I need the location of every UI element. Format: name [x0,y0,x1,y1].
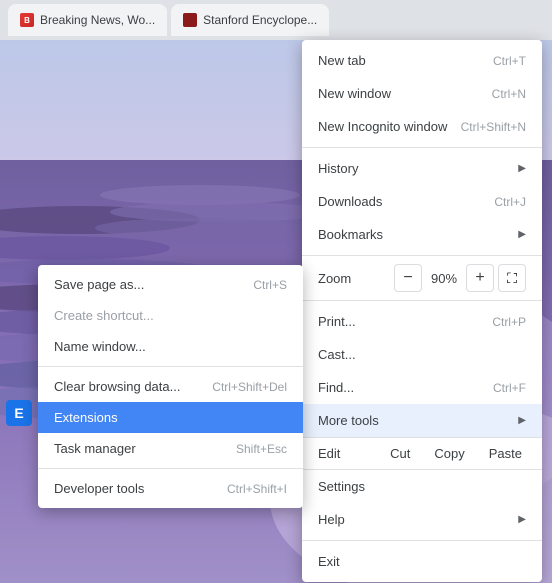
save-page-shortcut: Ctrl+S [253,278,287,292]
fullscreen-icon: ⛶ [507,270,517,287]
left-menu-divider-1 [38,366,303,367]
tab-favicon-stanford [183,13,197,27]
more-tools-submenu: Save page as... Ctrl+S Create shortcut..… [38,265,303,508]
more-tools-arrow: ▶ [518,415,526,426]
menu-item-new-window[interactable]: New window Ctrl+N [302,77,542,110]
menu-item-clear-browsing[interactable]: Clear browsing data... Ctrl+Shift+Del [38,371,303,402]
tab-breaking-label: Breaking News, Wo... [40,13,155,27]
menu-divider-3 [302,300,542,301]
zoom-row: Zoom − 90% + ⛶ [302,260,542,296]
task-manager-shortcut: Shift+Esc [236,442,287,456]
left-menu-divider-2 [38,468,303,469]
menu-item-extensions[interactable]: Extensions [38,402,303,433]
tab-stanford[interactable]: Stanford Encyclope... [171,4,329,36]
menu-divider-2 [302,255,542,256]
history-label: History [318,161,358,176]
menu-item-help[interactable]: Help ▶ [302,503,542,536]
downloads-label: Downloads [318,194,382,209]
menu-item-print[interactable]: Print... Ctrl+P [302,305,542,338]
developer-tools-label: Developer tools [54,481,144,496]
new-window-shortcut: Ctrl+N [492,87,526,101]
find-shortcut: Ctrl+F [493,381,526,395]
new-tab-label: New tab [318,53,366,68]
zoom-minus-button[interactable]: − [394,264,422,292]
menu-item-more-tools[interactable]: More tools ▶ [302,404,542,437]
menu-item-name-window[interactable]: Name window... [38,331,303,362]
menu-item-save-page[interactable]: Save page as... Ctrl+S [38,269,303,300]
extensions-label: Extensions [54,410,118,425]
menu-item-create-shortcut[interactable]: Create shortcut... [38,300,303,331]
browser-tab-bar: B Breaking News, Wo... Stanford Encyclop… [0,0,552,40]
help-arrow: ▶ [518,514,526,525]
menu-divider-1 [302,147,542,148]
developer-tools-shortcut: Ctrl+Shift+I [227,482,287,496]
clear-browsing-label: Clear browsing data... [54,379,180,394]
zoom-value: 90% [422,271,466,286]
menu-item-developer-tools[interactable]: Developer tools Ctrl+Shift+I [38,473,303,504]
copy-button[interactable]: Copy [422,440,476,467]
zoom-plus-button[interactable]: + [466,264,494,292]
clear-browsing-shortcut: Ctrl+Shift+Del [212,380,287,394]
print-label: Print... [318,314,356,329]
menu-item-settings[interactable]: Settings [302,470,542,503]
menu-item-history[interactable]: History ▶ [302,152,542,185]
chrome-menu: New tab Ctrl+T New window Ctrl+N New Inc… [302,40,542,582]
edit-row: Edit Cut Copy Paste [302,437,542,470]
exit-label: Exit [318,554,340,569]
task-manager-label: Task manager [54,441,136,456]
create-shortcut-label: Create shortcut... [54,308,154,323]
downloads-shortcut: Ctrl+J [494,195,526,209]
zoom-label: Zoom [318,271,394,286]
save-page-label: Save page as... [54,277,144,292]
menu-item-new-tab[interactable]: New tab Ctrl+T [302,44,542,77]
more-tools-label: More tools [318,413,379,428]
cut-button[interactable]: Cut [378,440,422,467]
find-label: Find... [318,380,354,395]
menu-item-bookmarks[interactable]: Bookmarks ▶ [302,218,542,251]
bookmarks-label: Bookmarks [318,227,383,242]
print-shortcut: Ctrl+P [492,315,526,329]
new-incognito-shortcut: Ctrl+Shift+N [461,120,526,134]
menu-item-exit[interactable]: Exit [302,545,542,578]
tab-breaking[interactable]: B Breaking News, Wo... [8,4,167,36]
new-tab-shortcut: Ctrl+T [493,54,526,68]
tab-favicon-breaking: B [20,13,34,27]
settings-label: Settings [318,479,365,494]
history-arrow: ▶ [518,163,526,174]
help-label: Help [318,512,345,527]
name-window-label: Name window... [54,339,146,354]
menu-item-find[interactable]: Find... Ctrl+F [302,371,542,404]
extension-letter: E [14,405,23,421]
new-incognito-label: New Incognito window [318,119,447,134]
menu-item-new-incognito[interactable]: New Incognito window Ctrl+Shift+N [302,110,542,143]
menu-item-cast[interactable]: Cast... [302,338,542,371]
tab-stanford-label: Stanford Encyclope... [203,13,317,27]
zoom-controls: − 90% + [394,264,494,292]
bookmarks-arrow: ▶ [518,229,526,240]
menu-item-downloads[interactable]: Downloads Ctrl+J [302,185,542,218]
menu-item-task-manager[interactable]: Task manager Shift+Esc [38,433,303,464]
paste-button[interactable]: Paste [477,440,534,467]
extension-sidebar-icon[interactable]: E [6,400,32,426]
menu-divider-4 [302,540,542,541]
new-window-label: New window [318,86,391,101]
zoom-fullscreen-button[interactable]: ⛶ [498,264,526,292]
edit-label: Edit [310,440,378,467]
cast-label: Cast... [318,347,356,362]
